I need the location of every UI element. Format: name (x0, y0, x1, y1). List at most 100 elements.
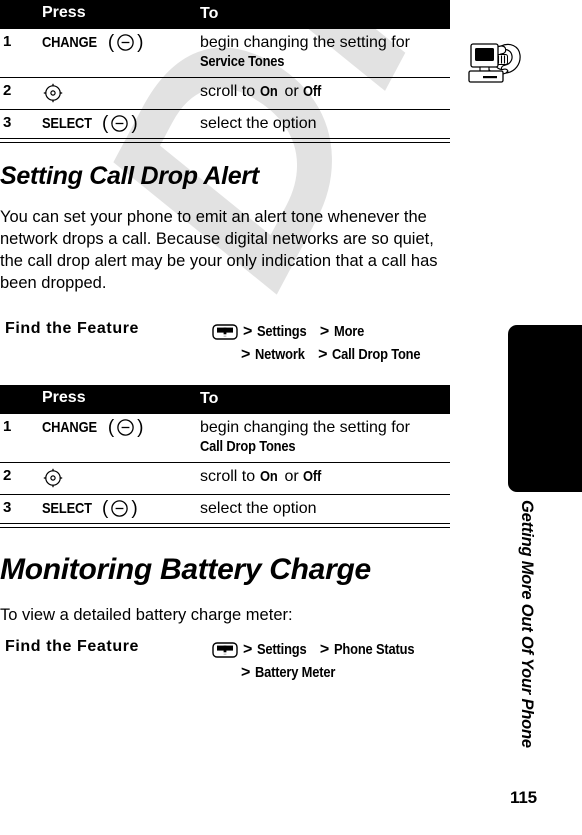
step-to-cell: begin changing the setting for Service T… (200, 28, 450, 78)
paren-close: ) (137, 416, 144, 438)
chapter-title-text: Getting More Out Of Your Phone (518, 500, 536, 748)
find-the-feature-label: Find the Feature (5, 638, 140, 655)
header-to: To (200, 0, 450, 29)
paren-close: ) (137, 31, 144, 53)
step-number: 1 (0, 413, 22, 463)
computer-and-telephone-icon (468, 38, 534, 90)
page-content: Press To 1 CHANGE ( ) begin changing the… (0, 0, 460, 835)
menu-path-line-1: > Settings > More (212, 320, 435, 343)
step-press-cell: SELECT ( ) (22, 494, 200, 525)
find-the-feature-battery-meter: Find the Feature > Settings > Phone Stat… (0, 638, 428, 684)
table-row: 3 SELECT ( ) select the option (0, 494, 450, 525)
paren-open: ( (107, 416, 115, 438)
step-to-prefix: scroll to (200, 467, 260, 485)
menu-key-icon (212, 641, 238, 658)
path-separator: > (243, 323, 253, 340)
table-header-row: Press To (0, 0, 450, 29)
chapter-tab (508, 325, 582, 492)
table-row: 2 scroll to On or Off (0, 462, 450, 495)
table-row: 1 CHANGE ( ) begin changing the setting … (0, 413, 450, 463)
section-heading-monitoring-battery-charge: Monitoring Battery Charge (0, 553, 371, 586)
step-to-text: begin changing the setting for (200, 33, 410, 51)
step-number: 3 (0, 109, 22, 140)
find-the-feature-path: > Settings > More > Network > Call Drop … (212, 320, 435, 366)
step-to-cell: select the option (200, 494, 450, 525)
ui-term: Service Tones (200, 53, 285, 71)
navigation-key-icon (42, 82, 64, 104)
step-to-text: begin changing the setting for (200, 418, 410, 436)
table-bottom-rule (0, 523, 450, 529)
table-row: 1 CHANGE ( ) begin changing the setting … (0, 28, 450, 78)
table-bottom-rule (0, 138, 450, 144)
step-press-cell: SELECT ( ) (22, 109, 200, 140)
paren-open: ( (107, 31, 115, 53)
header-step (0, 385, 22, 414)
path-separator: > (243, 641, 253, 658)
key-label: SELECT (42, 114, 92, 132)
navigation-key-icon (42, 467, 64, 489)
step-to-cell: begin changing the setting for Call Drop… (200, 413, 450, 463)
step-to-prefix: scroll to (200, 82, 260, 100)
menu-item-call-drop-tone: Call Drop Tone (332, 345, 421, 363)
find-the-feature-path: > Settings > Phone Status > Battery Mete… (212, 638, 428, 684)
chapter-sidebar: Getting More Out Of Your Phone 115 (460, 0, 582, 835)
key-label: CHANGE (42, 418, 97, 436)
find-the-feature-call-drop-tone: Find the Feature > Settings > More > Net… (0, 320, 435, 366)
section-heading-call-drop-alert: Setting Call Drop Alert (0, 162, 259, 190)
page-number: 115 (510, 788, 537, 807)
key-label: CHANGE (42, 33, 97, 51)
ui-term-on: On (259, 82, 278, 100)
menu-path-line-1: > Settings > Phone Status (212, 638, 428, 661)
step-to-mid: or (280, 82, 304, 100)
step-to-cell: scroll to On or Off (200, 77, 450, 110)
step-number: 2 (0, 462, 22, 495)
step-to-cell: scroll to On or Off (200, 462, 450, 495)
header-step (0, 0, 22, 29)
softkey-icon (110, 499, 129, 518)
softkey-icon (116, 33, 135, 52)
path-separator: > (319, 323, 330, 340)
table-row: 2 scroll to On or Off (0, 77, 450, 110)
ui-term: Call Drop Tones (200, 438, 296, 456)
path-separator: > (318, 346, 328, 364)
chapter-title: Getting More Out Of Your Phone (516, 500, 540, 780)
section-body-call-drop-alert: You can set your phone to emit an alert … (0, 208, 438, 292)
call-drop-tones-steps-table: Press To 1 CHANGE ( ) begin changing the… (0, 385, 450, 529)
path-separator: > (241, 346, 251, 364)
step-press-cell: CHANGE ( ) (22, 28, 200, 78)
step-to-mid: or (280, 467, 304, 485)
step-number: 2 (0, 77, 22, 110)
softkey-icon (110, 114, 129, 133)
step-press-cell (22, 462, 200, 495)
paren-open: ( (101, 497, 109, 519)
step-to-cell: select the option (200, 109, 450, 140)
section-body-monitoring-battery-charge: To view a detailed battery charge meter: (0, 606, 293, 624)
ui-term-off: Off (303, 467, 322, 485)
menu-item-settings: Settings (257, 640, 307, 658)
step-number: 3 (0, 494, 22, 525)
header-to: To (200, 385, 450, 414)
path-separator: > (319, 641, 330, 658)
table-header-row: Press To (0, 385, 450, 414)
ui-term-off: Off (303, 82, 322, 100)
paren-close: ) (131, 497, 138, 519)
menu-key-icon (212, 323, 238, 340)
menu-item-settings: Settings (257, 322, 307, 340)
find-the-feature-label: Find the Feature (5, 320, 140, 337)
path-separator: > (241, 664, 251, 682)
step-number: 1 (0, 28, 22, 78)
menu-item-battery-meter: Battery Meter (255, 663, 336, 681)
menu-item-more: More (334, 322, 365, 340)
service-tones-steps-table: Press To 1 CHANGE ( ) begin changing the… (0, 0, 450, 144)
header-press: Press (22, 0, 200, 29)
menu-item-phone-status: Phone Status (334, 640, 415, 658)
menu-path-line-2: > Network > Call Drop Tone (212, 343, 435, 366)
menu-path-line-2: > Battery Meter (212, 661, 428, 684)
ui-term-on: On (259, 467, 278, 485)
softkey-icon (116, 418, 135, 437)
key-label: SELECT (42, 499, 92, 517)
table-row: 3 SELECT ( ) select the option (0, 109, 450, 140)
menu-item-network: Network (255, 345, 306, 363)
header-press: Press (22, 385, 200, 414)
step-press-cell: CHANGE ( ) (22, 413, 200, 463)
